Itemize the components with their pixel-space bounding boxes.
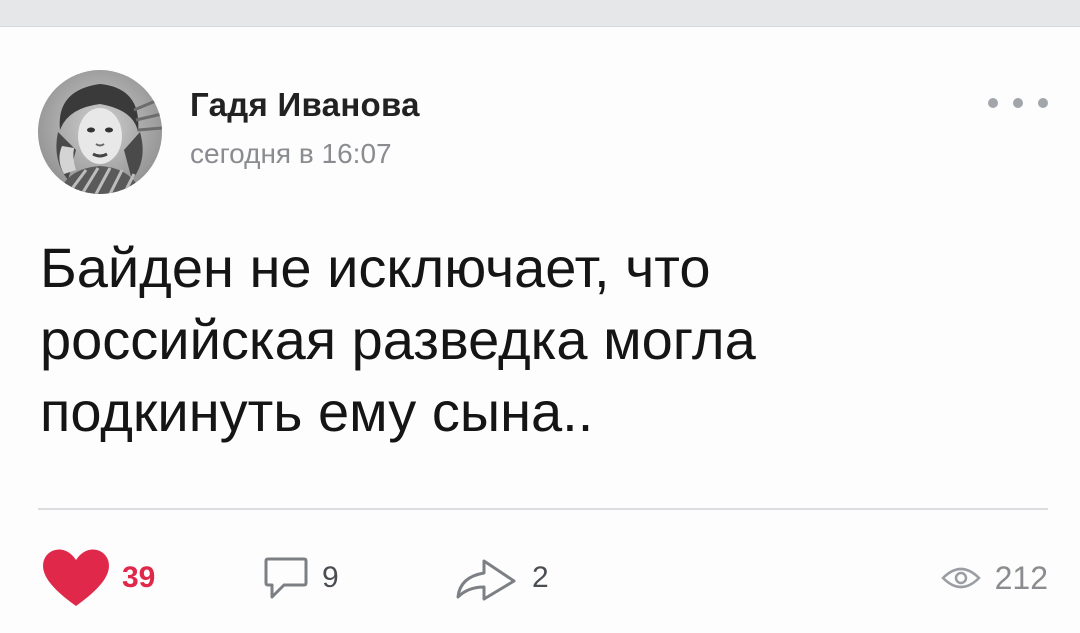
top-bar [0, 0, 1080, 27]
post-header: Гадя Иванова сегодня в 16:07 [38, 70, 1048, 194]
author-name[interactable]: Гадя Иванова [190, 86, 420, 124]
share-button[interactable]: 2 [454, 538, 549, 618]
more-options-button[interactable] [988, 88, 1048, 118]
avatar[interactable] [38, 70, 162, 194]
more-icon [1038, 98, 1048, 108]
avatar-photo-icon [38, 70, 162, 194]
more-icon [1013, 98, 1023, 108]
divider [38, 508, 1048, 510]
views-count: 212 [994, 559, 1048, 596]
heart-icon [43, 549, 109, 606]
like-button[interactable]: 39 [40, 538, 155, 618]
more-icon [988, 98, 998, 108]
post-card: Гадя Иванова сегодня в 16:07 Байден не и… [0, 0, 1080, 633]
comment-count: 9 [322, 561, 339, 594]
like-count: 39 [122, 561, 156, 594]
views-counter: 212 [940, 538, 1048, 618]
comment-icon [264, 557, 308, 599]
share-icon [456, 559, 516, 601]
comment-button[interactable]: 9 [262, 538, 339, 618]
share-count: 2 [532, 561, 549, 594]
post-time[interactable]: сегодня в 16:07 [190, 138, 392, 170]
eye-icon [940, 567, 981, 589]
post-text: Байден не исключает, что российская разв… [40, 236, 756, 443]
post-actions: 39 9 2 212 [40, 538, 1048, 618]
